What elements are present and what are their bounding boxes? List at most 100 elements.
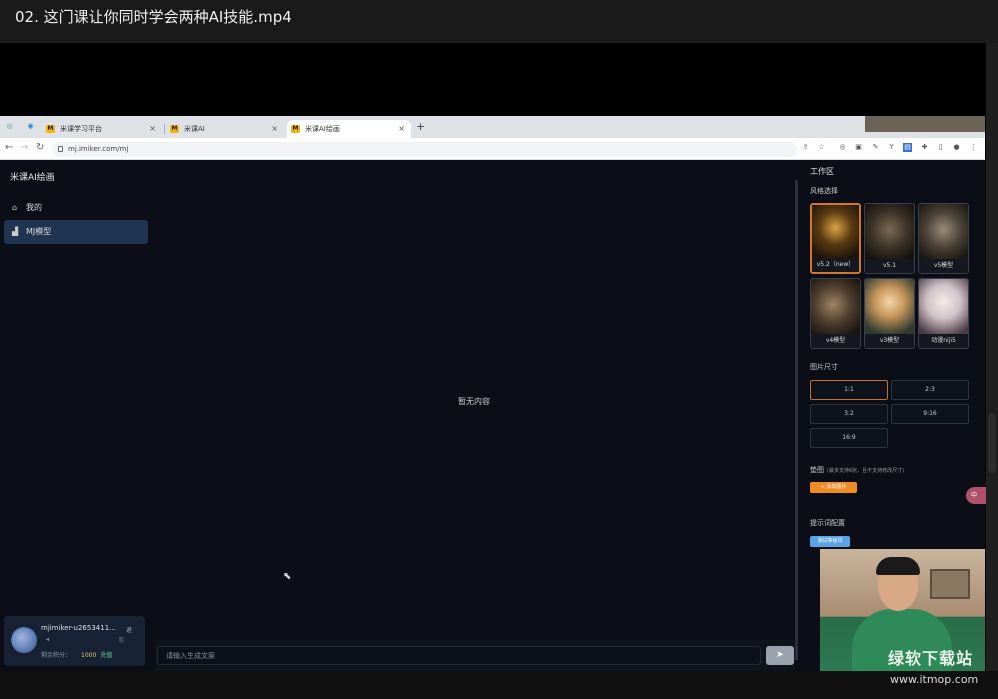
user-name: mjimiker-u2653411... — [41, 624, 116, 632]
sidebar: 米课AI绘画 ⌂ 我的 ▟ MJ模型 mjimiker-u2653411... … — [0, 160, 155, 671]
tab-strip: ◎ ◉ M 米课学习平台 × M 米课AI × M 米课AI绘画 × + — [0, 116, 985, 138]
sidebar-item-label: MJ模型 — [26, 227, 52, 236]
style-label: v5.2（new） — [812, 258, 859, 272]
style-label: v5.1 — [865, 259, 914, 273]
extension-icon[interactable]: ▣ — [854, 143, 863, 152]
share-icon[interactable]: ⇪ — [801, 143, 810, 152]
tab-label: 米课AI绘画 — [305, 125, 340, 133]
style-thumbnail — [865, 204, 914, 261]
style-card-v5[interactable]: v5模型 — [918, 203, 969, 274]
style-card-v51[interactable]: v5.1 — [864, 203, 915, 274]
style-label: v5模型 — [919, 259, 968, 273]
presenter-figure — [876, 557, 920, 575]
points-value: 1000 — [81, 652, 97, 659]
style-thumbnail — [811, 279, 860, 336]
size-2-3-button[interactable]: 2:3 — [891, 380, 969, 400]
m-logo-icon: M — [291, 125, 300, 133]
lock-icon — [58, 146, 63, 152]
style-card-v4[interactable]: v4模型 — [810, 278, 861, 349]
user-sub-icon: ◂ — [46, 636, 50, 643]
floating-chat-button[interactable]: 中 — [966, 487, 986, 504]
style-label: v3模型 — [865, 334, 914, 348]
new-tab-button[interactable]: + — [416, 120, 425, 133]
tab-learning[interactable]: M 米课学习平台 × — [42, 120, 162, 138]
ref-section-label: 垫图 (最多支持6张，且不支持修改尺寸) — [810, 465, 904, 475]
tab-label: 米课学习平台 — [60, 125, 102, 133]
watermark-url: www.itmop.com — [890, 673, 979, 686]
forward-icon[interactable]: → — [20, 142, 28, 153]
style-thumbnail — [919, 279, 968, 336]
url-text: mj.imiker.com/mj — [68, 145, 129, 153]
size-3-2-button[interactable]: 3:2 — [810, 404, 888, 424]
logout-button[interactable]: 退 — [126, 625, 132, 634]
send-icon: ➤ — [776, 650, 784, 660]
tab-ai[interactable]: M 米课AI × — [166, 120, 284, 138]
size-section-label: 图片尺寸 — [810, 363, 838, 371]
close-icon[interactable]: × — [398, 120, 405, 138]
ref-note: (最多支持6张，且不支持修改尺寸) — [827, 468, 905, 474]
pen-icon[interactable]: ✎ — [871, 143, 880, 152]
webcam-background — [930, 569, 970, 599]
empty-state: 暂无内容 — [458, 397, 490, 406]
tab-separator — [164, 124, 165, 134]
add-image-button[interactable]: + 添加图片 — [810, 482, 857, 493]
scrollbar[interactable] — [986, 43, 998, 671]
address-bar: ← → ↻ mj.imiker.com/mj ⇪ ☆ ◎ ▣ ✎ Y ▤ ✚ ▯… — [0, 138, 985, 160]
reload-icon[interactable]: ↻ — [36, 142, 44, 153]
tab-ai-painting[interactable]: M 米课AI绘画 × — [287, 120, 411, 138]
charge-link[interactable]: 充值 — [100, 652, 112, 659]
prompt-tag-button[interactable]: 测试等级词 — [810, 536, 850, 547]
sidebar-item-mine[interactable]: ⌂ 我的 — [4, 196, 148, 220]
panel-title: 工作区 — [810, 167, 834, 176]
style-card-niji5[interactable]: 动漫niji5 — [918, 278, 969, 349]
points-label: 剩余积分： — [41, 652, 72, 659]
prompt-bar: ➤ — [155, 640, 795, 671]
m-logo-icon: M — [170, 125, 179, 133]
mouse-cursor-icon: ⬉ — [283, 571, 292, 582]
menu-icon[interactable]: ⋮ — [969, 143, 978, 152]
copy-icon[interactable]: ⎘ — [119, 637, 124, 645]
home-icon: ⌂ — [12, 203, 18, 212]
app-icon[interactable]: ◉ — [26, 122, 35, 131]
style-thumbnail — [919, 204, 968, 261]
size-16-9-button[interactable]: 16:9 — [810, 428, 888, 448]
close-icon[interactable]: × — [149, 120, 156, 138]
size-1-1-button[interactable]: 1:1 — [810, 380, 888, 400]
puzzle-icon[interactable]: ✚ — [920, 143, 929, 152]
prompt-input[interactable] — [157, 646, 761, 665]
profile-icon[interactable]: ● — [952, 143, 961, 152]
player-bottom-bar — [0, 671, 998, 699]
size-9-16-button[interactable]: 9:16 — [891, 404, 969, 424]
main-scrollbar[interactable] — [795, 180, 798, 660]
style-card-v52[interactable]: v5.2（new） — [810, 203, 861, 274]
extension-icon[interactable]: ◎ — [838, 143, 847, 152]
style-thumbnail — [865, 279, 914, 336]
style-section-label: 风格选择 — [810, 187, 838, 195]
extension-icon[interactable]: ▤ — [903, 143, 912, 152]
style-label: v4模型 — [811, 334, 860, 348]
app-title: 米课AI绘画 — [10, 173, 55, 183]
chart-icon: ▟ — [12, 227, 19, 236]
star-icon[interactable]: ☆ — [817, 143, 826, 152]
sidebar-item-mj-model[interactable]: ▟ MJ模型 — [4, 220, 148, 244]
user-card: mjimiker-u2653411... 退 ◂ ⎘ 剩余积分： 1000 充值 — [4, 616, 145, 666]
scrollbar-thumb[interactable] — [988, 413, 996, 473]
app-icon[interactable]: ◎ — [5, 122, 14, 131]
send-button[interactable]: ➤ — [766, 646, 794, 665]
style-thumbnail — [812, 205, 859, 262]
back-icon[interactable]: ← — [5, 142, 13, 153]
url-field[interactable]: mj.imiker.com/mj — [52, 142, 797, 157]
style-label: 动漫niji5 — [919, 334, 968, 348]
close-icon[interactable]: × — [271, 120, 278, 138]
avatar[interactable] — [11, 627, 37, 653]
style-card-v3[interactable]: v3模型 — [864, 278, 915, 349]
extension-icon[interactable]: Y — [887, 143, 896, 152]
sidepanel-icon[interactable]: ▯ — [936, 143, 945, 152]
m-logo-icon: M — [46, 125, 55, 133]
webcam-strip — [865, 116, 985, 132]
sidebar-item-label: 我的 — [26, 203, 42, 212]
video-title: 02. 这门课让你同时学会两种AI技能.mp4 — [0, 0, 998, 43]
tab-label: 米课AI — [184, 125, 205, 133]
prompt-section-label: 提示词配置 — [810, 519, 845, 527]
ref-label: 垫图 — [810, 466, 824, 474]
